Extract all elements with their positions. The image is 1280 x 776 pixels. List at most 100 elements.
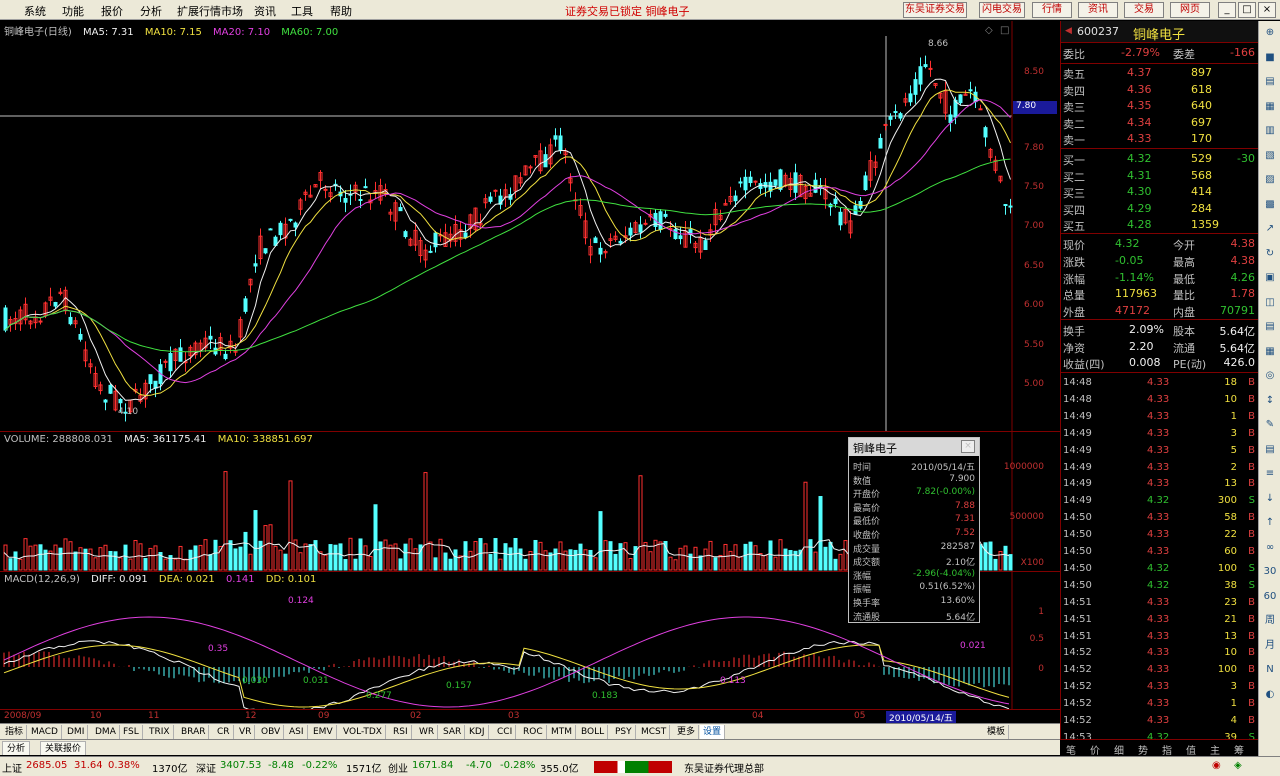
toolbar-icon[interactable]: 月 bbox=[1262, 638, 1278, 654]
tab-related-quotes[interactable]: 关联报价 bbox=[40, 741, 87, 755]
indicator-tab[interactable]: DMA bbox=[92, 725, 120, 739]
quote-tab[interactable]: 细 bbox=[1114, 742, 1124, 757]
quote-button[interactable]: 行情 bbox=[1032, 2, 1072, 18]
minimize-icon[interactable]: _ bbox=[1218, 2, 1236, 18]
indicator-tab[interactable]: EMV bbox=[310, 725, 337, 739]
toolbar-icon[interactable]: ↑ bbox=[1262, 515, 1278, 531]
indicator-tab[interactable]: BOLL bbox=[578, 725, 609, 739]
toolbar-icon[interactable]: 30 bbox=[1262, 564, 1278, 580]
quote-tab[interactable]: 价 bbox=[1090, 742, 1100, 757]
toolbar-icon[interactable]: ↻ bbox=[1262, 246, 1278, 262]
indicator-tab[interactable]: 更多 bbox=[674, 725, 700, 739]
indicator-tab[interactable]: PSY bbox=[612, 725, 636, 739]
maximize-icon[interactable]: □ bbox=[1238, 2, 1256, 18]
volume-bar bbox=[643, 542, 648, 571]
toolbar-icon[interactable]: ◐ bbox=[1262, 687, 1278, 703]
menu-help[interactable]: 帮助 bbox=[330, 3, 352, 19]
menu-news[interactable]: 资讯 bbox=[254, 3, 276, 19]
toolbar-icon[interactable]: ◎ bbox=[1262, 368, 1278, 384]
indicator-tab[interactable]: OBV bbox=[258, 725, 285, 739]
quote-tab[interactable]: 值 bbox=[1186, 742, 1196, 757]
toolbar-icon[interactable]: ▦ bbox=[1262, 344, 1278, 360]
toolbar-icon[interactable]: 60 bbox=[1262, 589, 1278, 605]
candle-body bbox=[753, 180, 758, 183]
template-button[interactable]: 模板 bbox=[984, 725, 1010, 739]
toolbar-icon[interactable]: ▧ bbox=[1262, 148, 1278, 164]
candlestick-chart[interactable] bbox=[0, 21, 1060, 431]
tick-volume: 21 bbox=[1224, 613, 1237, 625]
indicator-tab[interactable]: MACD bbox=[28, 725, 62, 739]
toolbar-icon[interactable]: ▩ bbox=[1262, 197, 1278, 213]
broker-trade-button[interactable]: 东吴证券交易 bbox=[903, 2, 967, 18]
close-icon[interactable]: × bbox=[961, 440, 975, 453]
toolbar-icon[interactable]: ▣ bbox=[1262, 270, 1278, 286]
quote-tab[interactable]: 主 bbox=[1210, 742, 1220, 757]
indicator-tab[interactable]: CCI bbox=[494, 725, 517, 739]
price-indicator-header: 铜峰电子(日线) MA5: 7.31 MA10: 7.15 MA20: 7.10… bbox=[4, 23, 346, 38]
indicator-tab[interactable]: MCST bbox=[638, 725, 671, 739]
indicator-tab[interactable]: VR bbox=[236, 725, 256, 739]
trade-button[interactable]: 交易 bbox=[1124, 2, 1164, 18]
flash-trade-button[interactable]: 闪电交易 bbox=[979, 2, 1025, 18]
toolbar-icon[interactable]: ▨ bbox=[1262, 172, 1278, 188]
ask-row: 卖二 4.34 697 bbox=[1061, 115, 1259, 131]
toolbar-icon[interactable]: ↗ bbox=[1262, 221, 1278, 237]
indicator-tab[interactable]: RSI bbox=[390, 725, 412, 739]
indicator-tab[interactable]: SAR bbox=[440, 725, 466, 739]
toolbar-icon[interactable]: ■ bbox=[1262, 50, 1278, 66]
menu-analysis[interactable]: 分析 bbox=[140, 3, 162, 19]
toolbar-icon[interactable]: ↓ bbox=[1262, 491, 1278, 507]
toolbar-icon[interactable]: ▦ bbox=[1262, 99, 1278, 115]
prev-stock-icon[interactable]: ◀ bbox=[1065, 26, 1072, 36]
menu-quote[interactable]: 报价 bbox=[101, 3, 123, 19]
toolbar-icon[interactable]: N bbox=[1262, 662, 1278, 678]
indicator-tab[interactable]: 设置 bbox=[700, 725, 726, 739]
toolbar-icon[interactable]: 周 bbox=[1262, 613, 1278, 629]
price-chart-pane[interactable]: 铜峰电子(日线) MA5: 7.31 MA10: 7.15 MA20: 7.10… bbox=[0, 21, 1060, 431]
tick-row: 14:50 4.32 100 S bbox=[1061, 562, 1259, 577]
toolbar-icon[interactable]: ▥ bbox=[1262, 123, 1278, 139]
quote-tab[interactable]: 势 bbox=[1138, 742, 1148, 757]
quote-tab[interactable]: 筹 bbox=[1234, 742, 1244, 757]
indicator-tab[interactable]: VOL-TDX bbox=[340, 725, 386, 739]
indicator-tab[interactable]: 指标 bbox=[2, 725, 28, 739]
quote-tab[interactable]: 指 bbox=[1162, 742, 1172, 757]
toolbar-icon[interactable]: ∞ bbox=[1262, 540, 1278, 556]
toolbar-icon[interactable]: ▤ bbox=[1262, 74, 1278, 90]
toolbar-icon[interactable]: ⊕ bbox=[1262, 25, 1278, 41]
toolbar-icon[interactable]: ▤ bbox=[1262, 442, 1278, 458]
volume-bar bbox=[728, 550, 733, 571]
volume-header: VOLUME: 288808.031 MA5: 361175.41 MA10: … bbox=[4, 434, 321, 445]
indicator-tab[interactable]: CR bbox=[214, 725, 234, 739]
pane-close-icon[interactable]: □ bbox=[1000, 25, 1009, 36]
close-icon[interactable]: × bbox=[1258, 2, 1276, 18]
indicator-tab[interactable]: ASI bbox=[286, 725, 308, 739]
menu-system[interactable]: 系统 bbox=[24, 3, 46, 19]
tab-analysis[interactable]: 分析 bbox=[2, 741, 31, 755]
menu-extended-market[interactable]: 扩展行情市场 bbox=[177, 3, 243, 19]
toolbar-icon[interactable]: ≡ bbox=[1262, 466, 1278, 482]
toolbar-icon[interactable]: ▤ bbox=[1262, 319, 1278, 335]
indicator-tab[interactable]: ROC bbox=[520, 725, 547, 739]
indicator-tab[interactable]: KDJ bbox=[466, 725, 489, 739]
indicator-tab[interactable]: BRAR bbox=[178, 725, 210, 739]
volume-bar bbox=[828, 541, 833, 571]
toolbar-icon[interactable]: ◫ bbox=[1262, 295, 1278, 311]
toolbar-icon[interactable]: ↕ bbox=[1262, 393, 1278, 409]
indicator-tab[interactable]: FSL bbox=[120, 725, 143, 739]
toolbar-icon[interactable]: ✎ bbox=[1262, 417, 1278, 433]
indicator-tab[interactable]: WR bbox=[416, 725, 439, 739]
web-button[interactable]: 网页 bbox=[1170, 2, 1210, 18]
quote-tab[interactable]: 笔 bbox=[1066, 742, 1076, 757]
menu-tools[interactable]: 工具 bbox=[291, 3, 313, 19]
pane-settings-icon[interactable]: ◇ bbox=[985, 25, 993, 36]
indicator-tab[interactable]: MTM bbox=[548, 725, 577, 739]
indicator-tab[interactable]: TRIX bbox=[146, 725, 174, 739]
menu-function[interactable]: 功能 bbox=[62, 3, 84, 19]
volume-bar bbox=[738, 556, 743, 571]
bar-info-window[interactable]: 铜峰电子 × 时间 2010/05/14/五 数值 7.900 开盘价 7.82(-0.0… bbox=[848, 437, 980, 623]
news-button[interactable]: 资讯 bbox=[1078, 2, 1118, 18]
tick-price: 4.33 bbox=[1147, 664, 1170, 676]
indicator-tab[interactable]: DMI bbox=[64, 725, 89, 739]
volume-bar bbox=[173, 558, 178, 571]
